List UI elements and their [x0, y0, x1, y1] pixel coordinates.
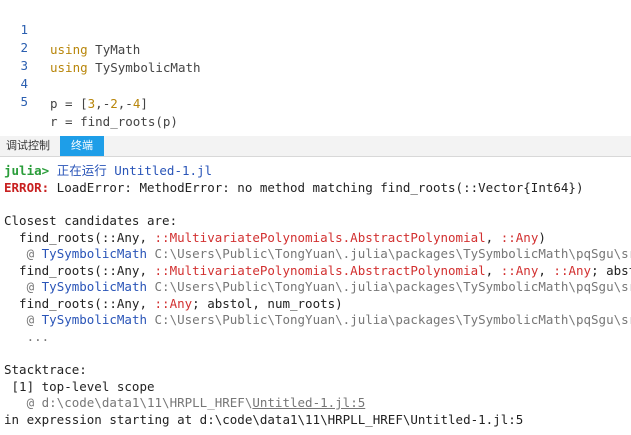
candidate-3: find_roots(::Any, ::Any; abstol, num_roo…: [4, 296, 343, 311]
package-name: TySymbolicMath: [41, 279, 147, 294]
candidate-1-location: @ TySymbolicMath C:\Users\Public\TongYua…: [4, 246, 631, 261]
code-text: r = find_roots(p): [50, 114, 178, 129]
keyword-using: using: [50, 42, 88, 57]
terminal-ellipsis: ...: [4, 329, 50, 344]
candidate-2-location: @ TySymbolicMath C:\Users\Public\TongYua…: [4, 279, 631, 294]
code-line-1[interactable]: 1 using TyMath: [0, 0, 140, 57]
code-text: ,-: [95, 96, 111, 111]
package-name: TySymbolicMath: [41, 246, 147, 261]
package-name: TySymbolicMath: [41, 312, 147, 327]
code-editor[interactable]: 1 using TyMath 2 using TySymbolicMath 3 …: [0, 0, 631, 130]
code-line-2[interactable]: 2 using TySymbolicMath: [0, 18, 200, 75]
code-line-5[interactable]: 5 r = find_roots(p): [0, 72, 177, 129]
expression-location: in expression starting at d:\code\data1\…: [4, 412, 524, 427]
tab-debug-console[interactable]: 调试控制台: [0, 136, 58, 172]
code-text: ]: [140, 96, 148, 111]
stack-frame: [1] top-level scope: [4, 379, 155, 394]
running-label: 正在运行: [56, 163, 107, 178]
keyword-using: using: [50, 60, 88, 75]
file-link[interactable]: Untitled-1.jl:5: [252, 395, 365, 410]
code-text: ,-: [117, 96, 133, 111]
line-number: 5: [20, 94, 28, 109]
tab-terminal[interactable]: 终端: [60, 136, 104, 156]
terminal-line-closest: Closest candidates are:: [4, 213, 178, 228]
panel-tab-bar: 调试控制台 终端: [0, 136, 631, 172]
running-file: Untitled-1.jl: [114, 163, 213, 178]
stacktrace-header: Stacktrace:: [4, 362, 87, 377]
error-message: LoadError: MethodError: no method matchi…: [49, 180, 584, 195]
terminal-line-error: ERROR: LoadError: MethodError: no method…: [4, 180, 583, 197]
candidate-2: find_roots(::Any, ::MultivariatePolynomi…: [4, 263, 631, 278]
stack-frame-location: @ d:\code\data1\11\HRPLL_HREF\Untitled-1…: [4, 395, 366, 410]
error-tag: ERROR:: [4, 180, 50, 195]
module-name: TyMath: [87, 42, 141, 57]
candidate-3-location: @ TySymbolicMath C:\Users\Public\TongYua…: [4, 312, 631, 327]
julia-prompt: julia>: [4, 163, 50, 178]
number-literal: 2: [110, 96, 118, 111]
code-text: p = [: [50, 96, 88, 111]
code-line-4[interactable]: 4 p = [3,-2,-4]: [0, 54, 147, 111]
module-name: TySymbolicMath: [87, 60, 201, 75]
code-line-3[interactable]: 3: [0, 36, 30, 73]
terminal-output[interactable]: julia> 正在运行 Untitled-1.jl ERROR: LoadErr…: [0, 157, 631, 435]
terminal-line-prompt: julia> 正在运行 Untitled-1.jl: [4, 163, 212, 180]
candidate-1: find_roots(::Any, ::MultivariatePolynomi…: [4, 230, 546, 245]
